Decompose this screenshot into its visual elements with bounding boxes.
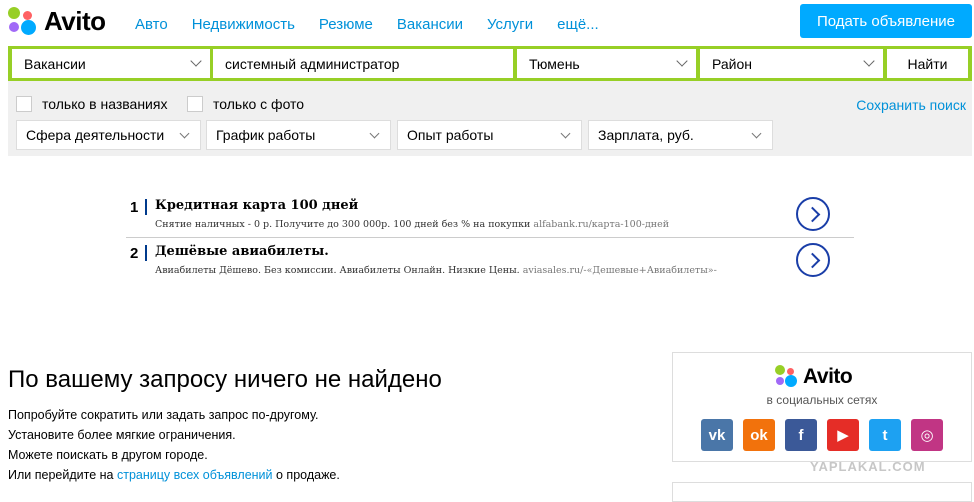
category-select[interactable]: Вакансии xyxy=(12,49,210,78)
nav-item-resume[interactable]: Резюме xyxy=(319,16,373,33)
not-found-hint: Можете поискать в другом городе. xyxy=(8,448,208,462)
ad-url[interactable]: aviasales.ru/-«Дешевые+Авиабилеты»- xyxy=(523,265,717,276)
post-ad-button[interactable]: Подать объявление xyxy=(800,4,972,38)
brand-name: Avito xyxy=(44,6,106,36)
sphere-dropdown[interactable]: Сфера деятельности xyxy=(16,120,201,150)
not-found-hint: Установите более мягкие ограничения. xyxy=(8,428,236,442)
schedule-dropdown-label: График работы xyxy=(216,127,316,143)
avito-logo[interactable]: Avito xyxy=(8,6,106,37)
chevron-down-icon xyxy=(676,55,688,67)
hint-suffix: о продаже. xyxy=(276,468,340,482)
social-subtitle: в социальных сетях xyxy=(766,393,878,407)
avito-logo-icon xyxy=(775,365,799,389)
checkbox-box[interactable] xyxy=(187,96,203,112)
search-query-value: системный администратор xyxy=(225,55,400,72)
with-photo-label: только с фото xyxy=(213,96,305,112)
ad-description: Авиабилеты Дёшево. Без комиссии. Авиабил… xyxy=(155,265,717,276)
titles-only-checkbox[interactable]: только в названиях xyxy=(16,96,167,112)
filters-panel: только в названиях только с фото Сохрани… xyxy=(8,81,972,156)
ad-title[interactable]: Кредитная карта 100 дней xyxy=(155,198,358,213)
secondary-box xyxy=(672,482,972,502)
ad-description: Снятие наличных - 0 р. Получите до 300 0… xyxy=(155,219,669,230)
ad-item[interactable]: 2 Дешёвые авиабилеты. Авиабилеты Дёшево.… xyxy=(126,239,854,285)
checkbox-box[interactable] xyxy=(16,96,32,112)
social-icons: vk ok f ▶ t ◎ xyxy=(701,419,943,451)
district-select[interactable]: Район xyxy=(700,49,883,78)
find-button[interactable]: Найти xyxy=(887,49,968,78)
schedule-dropdown[interactable]: График работы xyxy=(206,120,391,150)
chevron-down-icon xyxy=(190,55,202,67)
ad-number: 1 xyxy=(130,199,139,216)
search-bar: Вакансии системный администратор Тюмень … xyxy=(8,46,972,81)
titles-only-label: только в названиях xyxy=(42,96,168,112)
city-select[interactable]: Тюмень xyxy=(517,49,696,78)
avito-logo-icon xyxy=(8,6,38,37)
ad-url[interactable]: alfabank.ru/карта-100-дней xyxy=(533,219,669,230)
brand-name: Avito xyxy=(803,365,853,388)
instagram-icon[interactable]: ◎ xyxy=(911,419,943,451)
ad-desc-text: Снятие наличных - 0 р. Получите до 300 0… xyxy=(155,219,531,230)
odnoklassniki-icon[interactable]: ok xyxy=(743,419,775,451)
ad-number: 2 xyxy=(130,245,139,262)
nav-item-realty[interactable]: Недвижимость xyxy=(192,16,295,33)
top-nav: Авто Недвижимость Резюме Вакансии Услуги… xyxy=(135,16,599,33)
experience-dropdown-label: Опыт работы xyxy=(407,127,494,143)
experience-dropdown[interactable]: Опыт работы xyxy=(397,120,582,150)
city-value: Тюмень xyxy=(529,55,580,72)
youtube-icon[interactable]: ▶ xyxy=(827,419,859,451)
search-input[interactable]: системный администратор xyxy=(213,49,513,78)
facebook-icon[interactable]: f xyxy=(785,419,817,451)
social-box: Avito в социальных сетях vk ok f ▶ t ◎ xyxy=(672,352,972,462)
chevron-down-icon xyxy=(751,128,762,139)
ad-title[interactable]: Дешёвые авиабилеты. xyxy=(155,244,329,259)
ad-item[interactable]: 1 Кредитная карта 100 дней Снятие наличн… xyxy=(126,193,854,239)
chevron-right-circle-icon[interactable] xyxy=(796,243,830,277)
ad-divider xyxy=(145,245,147,261)
with-photo-checkbox[interactable]: только с фото xyxy=(187,96,304,112)
ad-divider xyxy=(145,199,147,215)
chevron-down-icon xyxy=(369,128,380,139)
salary-dropdown[interactable]: Зарплата, руб. xyxy=(588,120,773,150)
twitter-icon[interactable]: t xyxy=(869,419,901,451)
chevron-down-icon xyxy=(863,55,875,67)
nav-item-services[interactable]: Услуги xyxy=(487,16,533,33)
hint-prefix: Или перейдите на xyxy=(8,468,114,482)
ad-desc-text: Авиабилеты Дёшево. Без комиссии. Авиабил… xyxy=(155,265,520,276)
watermark: YAPLAKAL.COM xyxy=(810,459,926,474)
nav-item-auto[interactable]: Авто xyxy=(135,16,168,33)
chevron-right-circle-icon[interactable] xyxy=(796,197,830,231)
district-value: Район xyxy=(712,55,752,72)
all-ads-link[interactable]: страницу всех объявлений xyxy=(117,468,273,482)
sphere-dropdown-label: Сфера деятельности xyxy=(26,127,165,143)
nav-item-more[interactable]: ещё... xyxy=(557,16,599,33)
save-search-link[interactable]: Сохранить поиск xyxy=(856,97,966,113)
chevron-down-icon xyxy=(179,128,190,139)
not-found-hint: Попробуйте сократить или задать запрос п… xyxy=(8,408,319,422)
not-found-title: По вашему запросу ничего не найдено xyxy=(8,366,442,393)
nav-item-vacancies[interactable]: Вакансии xyxy=(397,16,463,33)
vk-icon[interactable]: vk xyxy=(701,419,733,451)
header: Avito Авто Недвижимость Резюме Вакансии … xyxy=(0,0,974,46)
salary-dropdown-label: Зарплата, руб. xyxy=(598,127,694,143)
chevron-down-icon xyxy=(560,128,571,139)
category-value: Вакансии xyxy=(24,55,86,72)
avito-logo: Avito xyxy=(775,365,853,389)
not-found-hint: Или перейдите на страницу всех объявлени… xyxy=(8,468,340,482)
ad-separator xyxy=(126,237,854,238)
